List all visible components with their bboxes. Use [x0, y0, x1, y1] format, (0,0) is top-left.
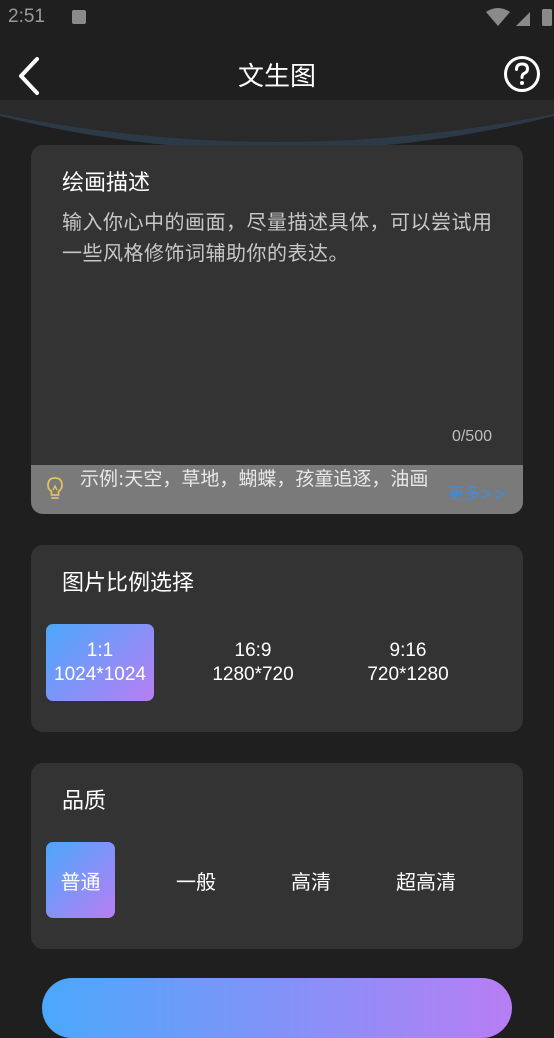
quality-option-ultra-hd[interactable]: 超高清: [386, 842, 466, 918]
generate-button[interactable]: [42, 978, 512, 1038]
ratio-size: 1280*720: [212, 663, 294, 685]
description-title: 绘画描述: [62, 171, 151, 196]
ratio-size: 720*1280: [367, 663, 449, 685]
more-examples-link[interactable]: 更多>>: [448, 480, 507, 504]
ratio-label: 16:9: [234, 639, 272, 661]
ratio-label: 9:16: [389, 639, 427, 661]
page-title: 文生图: [237, 62, 316, 92]
signal-icon: [516, 12, 530, 26]
description-card: 绘画描述 输入你心中的画面，尽量描述具体，可以尝试用一些风格修饰词辅助你的表达。…: [31, 145, 523, 514]
quality-option-hd[interactable]: 高清: [276, 842, 346, 918]
status-icons: [486, 8, 552, 26]
quality-card: 品质 普通 一般 高清 超高清: [31, 763, 523, 949]
example-text: 示例:天空，草地，蝴蝶，孩童追逐，油画: [80, 468, 429, 490]
ratio-title: 图片比例选择: [62, 571, 195, 596]
char-counter: 0/500: [451, 428, 492, 445]
ratio-label: 1:1: [86, 639, 114, 661]
battery-icon: [542, 9, 552, 26]
wifi-icon: [486, 8, 510, 26]
quality-option-normal[interactable]: 普通: [46, 842, 115, 918]
quality-option-general[interactable]: 一般: [161, 842, 231, 918]
ratio-card: 图片比例选择 1:1 1024*1024 16:9 1280*720 9:16 …: [31, 545, 523, 732]
help-button[interactable]: [502, 54, 542, 94]
lightbulb-icon: [47, 477, 63, 499]
ratio-size: 1024*1024: [54, 663, 146, 685]
description-input[interactable]: 输入你心中的画面，尽量描述具体，可以尝试用一些风格修饰词辅助你的表达。: [62, 207, 497, 269]
ratio-option-9-16[interactable]: 9:16 720*1280: [353, 624, 463, 701]
status-time: 2:51: [8, 6, 45, 27]
status-bar: 2:51: [0, 0, 554, 36]
help-icon: [504, 56, 540, 92]
example-bar: 示例:天空，草地，蝴蝶，孩童追逐，油画 更多>>: [31, 465, 523, 514]
ratio-option-16-9[interactable]: 16:9 1280*720: [199, 624, 307, 701]
ratio-option-1-1[interactable]: 1:1 1024*1024: [46, 624, 154, 701]
quality-title: 品质: [62, 789, 107, 814]
notification-icon: [72, 10, 86, 24]
